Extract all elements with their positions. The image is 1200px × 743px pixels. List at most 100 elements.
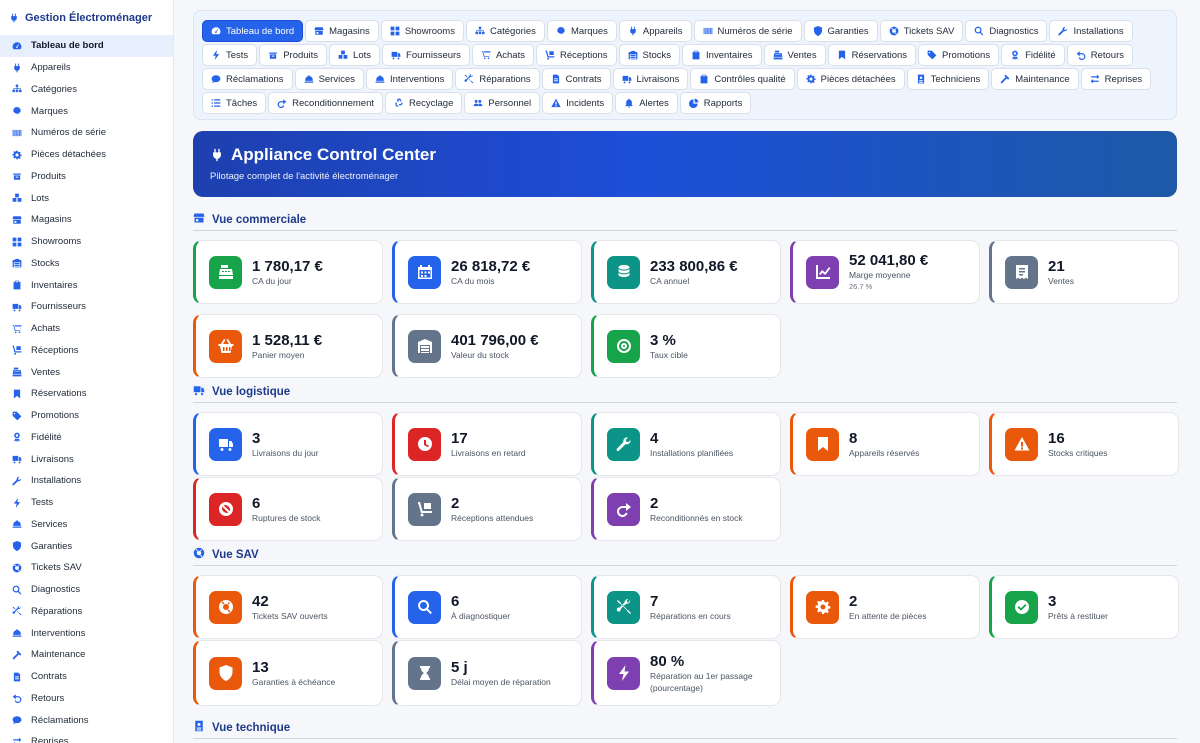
sidebar-item-30[interactable]: Contrats xyxy=(0,666,173,688)
sidebar-item-14[interactable]: Achats xyxy=(0,318,173,340)
sidebar-item-32[interactable]: Réclamations xyxy=(0,709,173,731)
tab-5[interactable]: Marques xyxy=(546,20,617,42)
sidebar-item-19[interactable]: Fidélité xyxy=(0,427,173,449)
sidebar-item-18[interactable]: Promotions xyxy=(0,405,173,427)
sidebar-item-3[interactable]: Catégories xyxy=(0,79,173,101)
kpi-card[interactable]: 13 Garanties à échéance xyxy=(193,640,383,706)
tab-34[interactable]: Maintenance xyxy=(991,68,1079,90)
tab-8[interactable]: Garanties xyxy=(803,20,878,42)
tab-9[interactable]: Tickets SAV xyxy=(879,20,964,42)
kpi-card[interactable]: 26 818,72 € CA du mois xyxy=(392,240,582,304)
sidebar-item-5[interactable]: Numéros de série xyxy=(0,122,173,144)
sidebar-item-12[interactable]: Inventaires xyxy=(0,274,173,296)
tab-17[interactable]: Réceptions xyxy=(535,44,617,66)
kpi-card[interactable]: 6À diagnostiquer xyxy=(392,575,582,639)
tab-22[interactable]: Promotions xyxy=(918,44,1000,66)
tab-11[interactable]: Installations xyxy=(1049,20,1133,42)
tab-3[interactable]: Showrooms xyxy=(380,20,464,42)
tab-7[interactable]: Numéros de série xyxy=(693,20,802,42)
tab-1[interactable]: Tableau de bord xyxy=(202,20,304,42)
sidebar-item-6[interactable]: Pièces détachées xyxy=(0,144,173,166)
tab-36[interactable]: Tâches xyxy=(202,92,267,114)
tab-4[interactable]: Catégories xyxy=(465,20,545,42)
tab-23[interactable]: Fidélité xyxy=(1001,44,1065,66)
tab-38[interactable]: Recyclage xyxy=(385,92,463,114)
sidebar-item-16[interactable]: Ventes xyxy=(0,361,173,383)
kpi-card[interactable]: 16 Stocks critiques xyxy=(989,412,1179,476)
tab-33[interactable]: Techniciens xyxy=(906,68,990,90)
tab-6[interactable]: Appareils xyxy=(618,20,692,42)
tab-10[interactable]: Diagnostics xyxy=(965,20,1048,42)
kpi-card[interactable]: 4 Installations planifiées xyxy=(591,412,781,476)
sidebar-item-7[interactable]: Produits xyxy=(0,166,173,188)
kpi-card[interactable]: 3 Prêts à restituer xyxy=(989,575,1179,639)
tab-13[interactable]: Produits xyxy=(259,44,328,66)
sidebar-item-9[interactable]: Magasins xyxy=(0,209,173,231)
tab-12[interactable]: Tests xyxy=(202,44,258,66)
kpi-card[interactable]: 17 Livraisons en retard xyxy=(392,412,582,476)
kpi-card[interactable]: 21 Ventes xyxy=(989,240,1179,304)
tab-29[interactable]: Contrats xyxy=(541,68,611,90)
tab-35[interactable]: Reprises xyxy=(1080,68,1152,90)
kpi-card[interactable]: 6 Ruptures de stock xyxy=(193,477,383,541)
sidebar-item-2[interactable]: Appareils xyxy=(0,57,173,79)
kpi-card[interactable]: 2 En attente de pièces xyxy=(790,575,980,639)
sidebar-item-8[interactable]: Lots xyxy=(0,187,173,209)
kpi-card[interactable]: 8 Appareils réservés xyxy=(790,412,980,476)
sidebar-item-29[interactable]: Maintenance xyxy=(0,644,173,666)
sidebar-item-10[interactable]: Showrooms xyxy=(0,231,173,253)
tab-27[interactable]: Interventions xyxy=(366,68,454,90)
tab-31[interactable]: Contrôles qualité xyxy=(690,68,795,90)
sidebar-item-22[interactable]: Tests xyxy=(0,492,173,514)
tab-39[interactable]: Personnel xyxy=(464,92,541,114)
sidebar-item-17[interactable]: Réservations xyxy=(0,383,173,405)
tab-14[interactable]: Lots xyxy=(329,44,381,66)
sidebar-item-21[interactable]: Installations xyxy=(0,470,173,492)
sidebar-item-31[interactable]: Retours xyxy=(0,688,173,710)
sidebar-item-26[interactable]: Diagnostics xyxy=(0,579,173,601)
sidebar-item-23[interactable]: Services xyxy=(0,514,173,536)
tab-20[interactable]: Ventes xyxy=(763,44,826,66)
tab-16[interactable]: Achats xyxy=(471,44,534,66)
tab-32[interactable]: Pièces détachées xyxy=(796,68,905,90)
sidebar-item-15[interactable]: Réceptions xyxy=(0,340,173,362)
sidebar-item-13[interactable]: Fournisseurs xyxy=(0,296,173,318)
kpi-card[interactable]: 52 041,80 € Marge moyenne 26.7 % xyxy=(790,240,980,304)
tab-15[interactable]: Fournisseurs xyxy=(382,44,470,66)
tab-2[interactable]: Magasins xyxy=(305,20,379,42)
sidebar-item-28[interactable]: Interventions xyxy=(0,622,173,644)
kpi-card[interactable]: 42 Tickets SAV ouverts xyxy=(193,575,383,639)
tab-18[interactable]: Stocks xyxy=(618,44,681,66)
kpi-card[interactable]: 80 % Réparation au 1er passage (pourcenta… xyxy=(591,640,781,706)
sidebar-item-24[interactable]: Garanties xyxy=(0,535,173,557)
sidebar-item-4[interactable]: Marques xyxy=(0,100,173,122)
kpi-card[interactable]: 1 780,17 € CA du jour xyxy=(193,240,383,304)
sidebar-item-1[interactable]: Tableau de bord xyxy=(0,35,173,57)
tab-28[interactable]: Réparations xyxy=(455,68,540,90)
sidebar-item-11[interactable]: Stocks xyxy=(0,253,173,275)
sidebar-item-27[interactable]: Réparations xyxy=(0,601,173,623)
kpi-card[interactable]: 1 528,11 € Panier moyen xyxy=(193,314,383,378)
sidebar-brand[interactable]: Gestion Électroménager xyxy=(0,0,173,35)
tab-26[interactable]: Services xyxy=(294,68,364,90)
tab-42[interactable]: Rapports xyxy=(679,92,752,114)
tab-30[interactable]: Livraisons xyxy=(612,68,689,90)
kpi-card[interactable]: 3 Livraisons du jour xyxy=(193,412,383,476)
kpi-card[interactable]: 7 Réparations en cours xyxy=(591,575,781,639)
kpi-card[interactable]: 5 j Délai moyen de réparation xyxy=(392,640,582,706)
tab-21[interactable]: Réservations xyxy=(827,44,917,66)
tab-24[interactable]: Retours xyxy=(1066,44,1133,66)
kpi-card[interactable]: 2 Reconditionnés en stock xyxy=(591,477,781,541)
kpi-card[interactable]: 233 800,86 € CA annuel xyxy=(591,240,781,304)
tab-25[interactable]: Réclamations xyxy=(202,68,293,90)
sidebar-item-25[interactable]: Tickets SAV xyxy=(0,557,173,579)
tab-37[interactable]: Reconditionnement xyxy=(268,92,384,114)
sidebar-item-20[interactable]: Livraisons xyxy=(0,448,173,470)
kpi-card[interactable]: 401 796,00 € Valeur du stock xyxy=(392,314,582,378)
kpi-card[interactable]: 3 % Taux cible xyxy=(591,314,781,378)
sidebar-item-33[interactable]: Reprises xyxy=(0,731,173,743)
tab-40[interactable]: Incidents xyxy=(542,92,614,114)
tab-19[interactable]: Inventaires xyxy=(682,44,762,66)
kpi-card[interactable]: 2 Réceptions attendues xyxy=(392,477,582,541)
tab-41[interactable]: Alertes xyxy=(615,92,678,114)
